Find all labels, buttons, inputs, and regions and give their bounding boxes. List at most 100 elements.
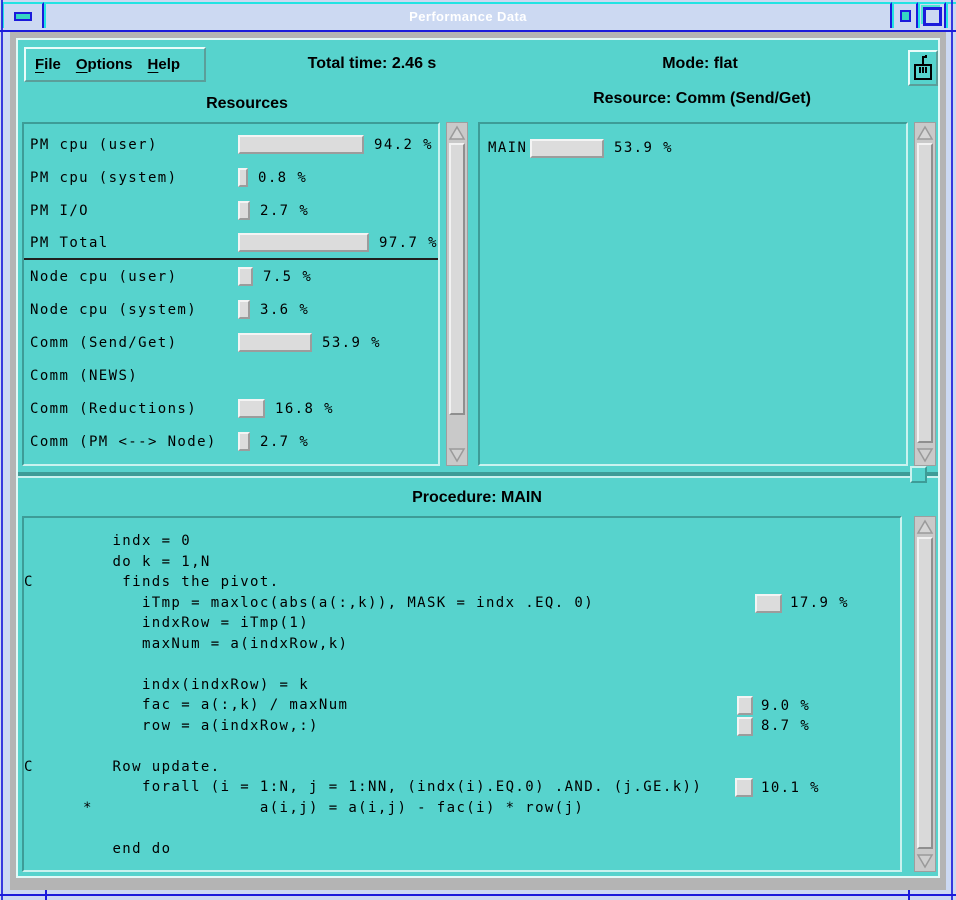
code-text: row = a(indxRow,:): [24, 718, 319, 734]
resource-row: Comm (PM <--> Node) 2.7 %: [24, 425, 438, 458]
minimize-button[interactable]: [892, 2, 918, 28]
mode-value: flat: [714, 55, 738, 72]
resource-usage-bar: [238, 300, 250, 319]
resource-usage-bar: [238, 233, 369, 252]
line-cost: 17.9 %: [755, 594, 849, 613]
code-text: do k = 1,N: [24, 554, 211, 570]
resource-percent: 94.2 %: [374, 137, 433, 153]
code-listing: indx = 0 do k = 1,N C finds the pivot. i…: [24, 518, 900, 859]
procedure-usage-bar: [530, 139, 604, 158]
mouse-tool-button[interactable]: [908, 50, 938, 86]
resources-scrollbar[interactable]: [446, 122, 468, 466]
resource-row: PM cpu (system) 0.8 %: [24, 161, 438, 194]
resource-detail-list: MAIN 53.9 %: [488, 136, 898, 160]
resource-percent: 3.6 %: [260, 302, 309, 318]
line-cost-bar: [735, 778, 753, 797]
code-text: fac = a(:,k) / maxNum: [24, 697, 348, 713]
scrollbar-thumb[interactable]: [917, 537, 933, 849]
procedure-heading: Procedure: MAIN: [377, 489, 577, 507]
scrollbar-thumb[interactable]: [917, 143, 933, 443]
total-time-value: 2.46 s: [392, 55, 436, 72]
resources-heading: Resources: [147, 95, 347, 113]
resource-usage-bar: [238, 135, 364, 154]
pane-sash-handle[interactable]: [910, 466, 927, 483]
code-text: C finds the pivot.: [24, 574, 280, 590]
frame-edge-right: [951, 0, 953, 900]
code-line: do k = 1,N: [24, 552, 900, 573]
scroll-down-icon[interactable]: [916, 447, 934, 463]
frame-edge-bottom: [0, 894, 956, 896]
code-text: forall (i = 1:N, j = 1:NN, (indx(i).EQ.0…: [24, 779, 702, 795]
resource-percent: 2.7 %: [260, 434, 309, 450]
code-text: maxNum = a(indxRow,k): [24, 636, 348, 652]
resource-label: Comm (Reductions): [30, 401, 238, 417]
code-text: indxRow = iTmp(1): [24, 615, 309, 631]
resource-row: PM cpu (user) 94.2 %: [24, 128, 438, 161]
resource-row: Comm (NEWS): [24, 359, 438, 392]
performance-data-window: Performance Data File Options Help Total…: [0, 0, 956, 900]
window-title: Performance Data: [409, 9, 527, 24]
line-cost-bar: [755, 594, 782, 613]
line-cost-percent: 8.7 %: [761, 718, 810, 734]
procedure-row[interactable]: MAIN 53.9 %: [488, 136, 898, 160]
code-line: maxNum = a(indxRow,k): [24, 634, 900, 655]
frame-divider: [0, 30, 956, 32]
code-line: C finds the pivot.: [24, 572, 900, 593]
resource-label: PM Total: [30, 235, 238, 251]
titlebar[interactable]: Performance Data: [0, 0, 956, 30]
maximize-icon: [923, 7, 942, 26]
resource-percent: 2.7 %: [260, 203, 309, 219]
code-line: fac = a(:,k) / maxNum 9.0 %: [24, 695, 900, 716]
line-cost-percent: 17.9 %: [790, 595, 849, 611]
resource-row-pm-total: PM Total 97.7 %: [24, 227, 438, 260]
maximize-button[interactable]: [918, 2, 946, 28]
scroll-up-icon[interactable]: [916, 125, 934, 141]
resource-row: PM I/O 2.7 %: [24, 194, 438, 227]
titlebar-drag-area[interactable]: Performance Data: [44, 2, 892, 28]
resource-label: Comm (NEWS): [30, 368, 238, 384]
mouse-icon: [912, 54, 934, 82]
line-cost-bar: [737, 696, 753, 715]
resource-detail-panel: [478, 122, 908, 466]
code-line: row = a(indxRow,:) 8.7 %: [24, 716, 900, 737]
code-line: * a(i,j) = a(i,j) - fac(i) * row(j): [24, 798, 900, 819]
resource-detail-heading: Resource: Comm (Send/Get): [552, 90, 852, 108]
code-line: [24, 818, 900, 839]
menu-help[interactable]: Help: [148, 56, 181, 73]
code-scrollbar[interactable]: [914, 516, 936, 872]
mode: Mode: flat: [600, 55, 800, 73]
frame-corner-tick: [908, 890, 910, 900]
window-menu-button[interactable]: [2, 2, 44, 28]
resource-row: Comm (Send/Get) 53.9 %: [24, 326, 438, 359]
line-cost-percent: 10.1 %: [761, 780, 820, 796]
resource-label: PM cpu (user): [30, 137, 238, 153]
code-line: indx(indxRow) = k: [24, 675, 900, 696]
resource-label: Comm (PM <--> Node): [30, 434, 238, 450]
scroll-down-icon[interactable]: [916, 853, 934, 869]
menu-options[interactable]: Options: [76, 56, 133, 73]
resource-usage-bar: [238, 333, 312, 352]
resource-detail-scrollbar[interactable]: [914, 122, 936, 466]
code-text: * a(i,j) = a(i,j) - fac(i) * row(j): [24, 800, 584, 816]
code-line: forall (i = 1:N, j = 1:NN, (indx(i).EQ.0…: [24, 777, 900, 798]
resource-label: Node cpu (user): [30, 269, 238, 285]
scroll-down-icon[interactable]: [448, 447, 466, 463]
scrollbar-thumb[interactable]: [449, 143, 465, 415]
menu-file[interactable]: File: [35, 56, 61, 73]
total-time-label: Total time:: [308, 55, 388, 72]
scroll-up-icon[interactable]: [916, 519, 934, 535]
code-text: C Row update.: [24, 759, 221, 775]
code-text: indx = 0: [24, 533, 191, 549]
code-line: indx = 0: [24, 531, 900, 552]
frame-corner-tick: [45, 890, 47, 900]
code-line: end do: [24, 839, 900, 860]
resource-percent: 7.5 %: [263, 269, 312, 285]
line-cost: 8.7 %: [737, 717, 810, 736]
resource-usage-bar: [238, 201, 250, 220]
resource-usage-bar: [238, 432, 250, 451]
frame-edge-left: [1, 0, 3, 900]
resource-usage-bar: [238, 267, 253, 286]
scroll-up-icon[interactable]: [448, 125, 466, 141]
resource-row: Node cpu (user) 7.5 %: [24, 260, 438, 293]
total-time: Total time: 2.46 s: [272, 55, 472, 73]
